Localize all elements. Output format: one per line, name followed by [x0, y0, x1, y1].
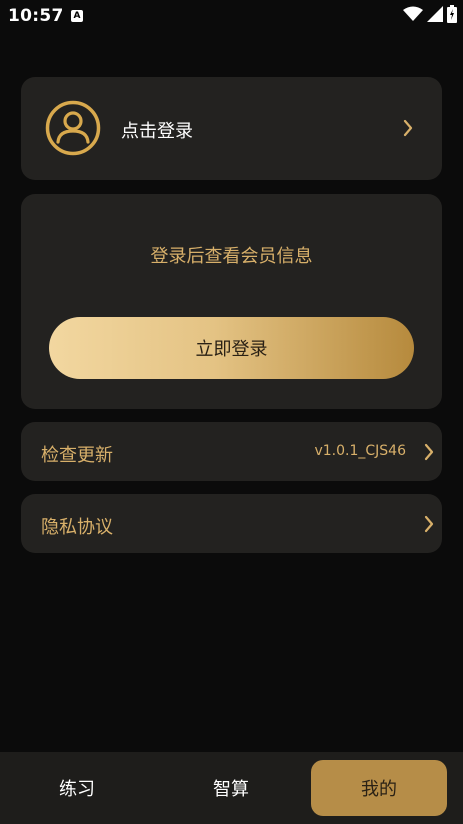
check-update-row[interactable]: 检查更新 v1.0.1_CJS46 [21, 422, 442, 481]
user-circle-icon [45, 100, 101, 156]
chevron-right-icon [424, 515, 434, 537]
a-badge-icon: A [71, 10, 83, 22]
login-label: 点击登录 [121, 121, 193, 142]
signal-icon [427, 6, 443, 26]
screen: 10:57 A 点击登录 登录后查看会员信息 立即登录 检查更新 v1.0.1_… [0, 0, 463, 824]
status-time: 10:57 [8, 6, 64, 26]
status-bar: 10:57 A [0, 0, 463, 34]
bottom-nav: 练习 智算 我的 [0, 752, 463, 824]
version-value: v1.0.1_CJS46 [314, 443, 406, 459]
tab-smart-calc[interactable]: 智算 [154, 752, 308, 824]
status-icons [403, 5, 457, 27]
chevron-right-icon [403, 119, 413, 141]
tab-mine[interactable]: 我的 [311, 760, 447, 816]
tab-practice[interactable]: 练习 [0, 752, 154, 824]
login-now-button[interactable]: 立即登录 [49, 317, 414, 379]
member-card: 登录后查看会员信息 立即登录 [21, 194, 442, 409]
privacy-row[interactable]: 隐私协议 [21, 494, 442, 553]
member-info-text: 登录后查看会员信息 [150, 246, 313, 267]
battery-icon [447, 5, 457, 27]
chevron-right-icon [424, 443, 434, 465]
privacy-label: 隐私协议 [41, 517, 113, 538]
login-card[interactable]: 点击登录 [21, 77, 442, 180]
wifi-icon [403, 6, 423, 26]
check-update-label: 检查更新 [41, 445, 113, 466]
